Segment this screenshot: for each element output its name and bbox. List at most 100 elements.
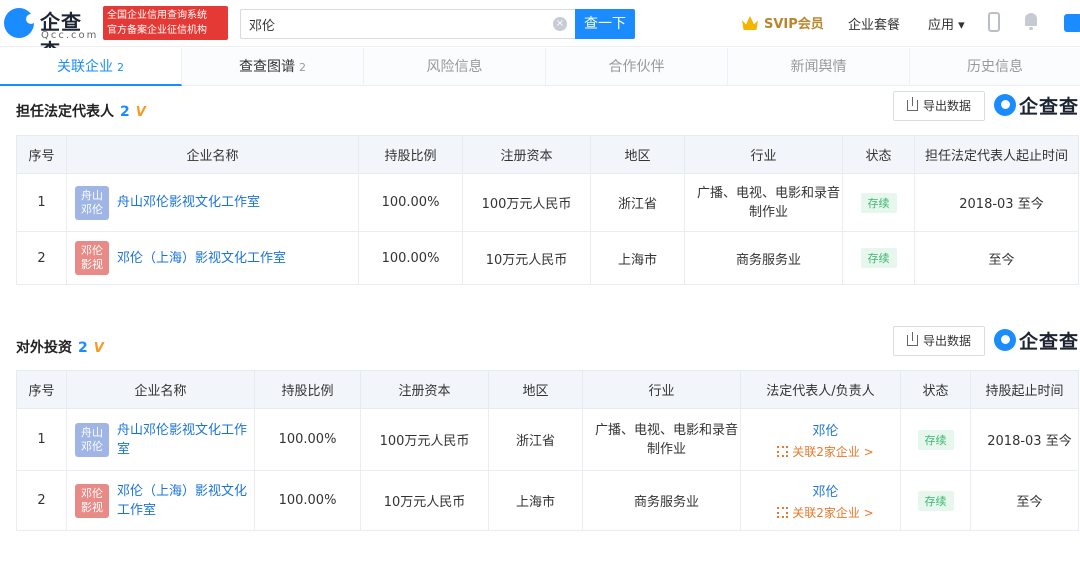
logo-line: 邓伦 <box>81 439 103 453</box>
related-companies-label: 关联2家企业 > <box>792 444 874 459</box>
col-header: 注册资本 <box>360 370 489 409</box>
logo-line: 舟山 <box>81 425 103 439</box>
logo-line: 邓伦 <box>81 244 103 257</box>
tab-risk[interactable]: 风险信息 <box>364 48 546 86</box>
company-cell: 邓伦 影视 邓伦（上海）影视文化工作室 <box>66 470 255 531</box>
share-ratio: 100.00% <box>254 408 361 471</box>
industry: 广播、电视、电影和录音制作业 <box>684 173 843 232</box>
col-header: 持股比例 <box>358 135 463 174</box>
status-cell: 存续 <box>842 231 915 285</box>
clear-icon[interactable]: × <box>553 17 567 31</box>
registered-capital: 100万元人民币 <box>462 173 591 232</box>
status-badge: 存续 <box>860 248 897 268</box>
col-header: 企业名称 <box>66 370 255 409</box>
search-input[interactable] <box>249 10 549 38</box>
company-logo: 邓伦 影视 <box>75 483 109 518</box>
credit-line-1: 全国企业信用查询系统 <box>107 10 207 21</box>
table-header-row: 序号 企业名称 持股比例 注册资本 地区 行业 法定代表人/负责人 状态 持股起… <box>16 370 1079 409</box>
download-icon <box>906 97 918 111</box>
bell-icon[interactable] <box>1023 13 1039 31</box>
investment-table: 序号 企业名称 持股比例 注册资本 地区 行业 法定代表人/负责人 状态 持股起… <box>16 370 1079 531</box>
tab-news[interactable]: 新闻舆情 <box>728 48 910 86</box>
company-name-link[interactable]: 舟山邓伦影视文化工作室 <box>117 193 260 212</box>
table-row: 2 邓伦 影视 邓伦（上海）影视文化工作室 100.00% 10万元人民币 上海市 … <box>16 470 1079 531</box>
legal-rep-cell: 邓伦关联2家企业 > <box>740 470 901 531</box>
user-icon[interactable] <box>1064 14 1080 32</box>
col-header: 状态 <box>900 370 971 409</box>
vip-mark-icon: V <box>93 341 104 356</box>
related-companies-label: 关联2家企业 > <box>792 505 874 520</box>
legal-rep-link[interactable]: 邓伦 <box>751 481 900 500</box>
registered-capital: 10万元人民币 <box>462 231 591 285</box>
export-button[interactable]: 导出数据 <box>893 326 985 356</box>
section-title-legal-rep: 担任法定代表人 2 V <box>16 101 146 121</box>
table-row: 1 舟山 邓伦 舟山邓伦影视文化工作室 100.00% 100万元人民币 浙江省 广… <box>16 173 1079 232</box>
tab-partners[interactable]: 合作伙伴 <box>546 48 728 86</box>
nav-package[interactable]: 企业套餐 <box>848 14 900 33</box>
search-box: × <box>240 9 575 39</box>
phone-icon[interactable] <box>988 12 1000 32</box>
export-label: 导出数据 <box>922 99 971 113</box>
period: 2018-03 至今 <box>970 408 1079 471</box>
region: 浙江省 <box>590 173 685 232</box>
tab-count: 2 <box>299 61 306 74</box>
export-button[interactable]: 导出数据 <box>893 91 985 121</box>
company-logo: 舟山 邓伦 <box>75 422 109 457</box>
related-companies-link[interactable]: 关联2家企业 > <box>751 443 900 460</box>
qcc-mark-icon <box>994 329 1016 351</box>
brand-text: 企查查 <box>1019 331 1080 353</box>
svip-link[interactable]: SVIP会员 <box>742 13 824 33</box>
col-header: 地区 <box>488 370 583 409</box>
qcc-brand-stamp: 企查查 <box>994 91 1080 121</box>
status-cell: 存续 <box>900 408 971 471</box>
relation-icon <box>777 506 789 518</box>
status-cell: 存续 <box>842 173 915 232</box>
registered-capital: 10万元人民币 <box>360 470 489 531</box>
col-header: 企业名称 <box>66 135 359 174</box>
status-badge: 存续 <box>917 490 954 511</box>
search-button[interactable]: 查一下 <box>575 9 635 39</box>
tab-history[interactable]: 历史信息 <box>910 48 1080 86</box>
logo-line: 邓伦 <box>81 202 103 216</box>
tab-graph[interactable]: 查查图谱 2 <box>182 48 364 86</box>
status-badge: 存续 <box>917 429 954 450</box>
col-header: 行业 <box>684 135 843 174</box>
download-icon <box>906 332 918 346</box>
company-name-link[interactable]: 邓伦（上海）影视文化工作室 <box>117 249 286 268</box>
top-bar: 企查查 Qcc.com 全国企业信用查询系统 官方备案企业征信机构 × 查一下 … <box>0 0 1080 63</box>
tab-related-companies[interactable]: 关联企业 2 <box>0 48 182 86</box>
nav-apps[interactable]: 应用 ▾ <box>928 14 965 33</box>
tab-label: 新闻舆情 <box>790 59 847 75</box>
qcc-logo[interactable]: 企查查 Qcc.com <box>4 6 100 63</box>
company-name-link[interactable]: 舟山邓伦影视文化工作室 <box>117 421 254 459</box>
tab-bar: 关联企业 2 查查图谱 2 风险信息 合作伙伴 新闻舆情 历史信息 <box>0 48 1080 86</box>
col-header: 持股比例 <box>254 370 361 409</box>
section-title-investment: 对外投资 2 V <box>16 337 104 357</box>
tab-label: 合作伙伴 <box>608 59 665 75</box>
col-header: 注册资本 <box>462 135 591 174</box>
industry: 广播、电视、电影和录音制作业 <box>582 408 741 471</box>
svip-label: SVIP会员 <box>764 17 824 32</box>
share-ratio: 100.00% <box>358 173 463 232</box>
company-name-link[interactable]: 邓伦（上海）影视文化工作室 <box>117 482 254 520</box>
company-cell: 舟山 邓伦 舟山邓伦影视文化工作室 <box>66 408 255 471</box>
region: 上海市 <box>590 231 685 285</box>
period: 2018-03 至今 <box>914 173 1079 232</box>
section-count: 2 <box>120 104 130 120</box>
crown-icon <box>742 16 758 30</box>
relation-icon <box>777 445 789 457</box>
industry: 商务服务业 <box>582 470 741 531</box>
period: 至今 <box>914 231 1079 285</box>
company-cell: 舟山 邓伦 舟山邓伦影视文化工作室 <box>66 173 359 232</box>
share-ratio: 100.00% <box>358 231 463 285</box>
col-header: 地区 <box>590 135 685 174</box>
status-badge: 存续 <box>860 192 897 213</box>
col-header: 序号 <box>16 370 67 409</box>
table-row: 1 舟山 邓伦 舟山邓伦影视文化工作室 100.00% 100万元人民币 浙江省 广… <box>16 408 1079 471</box>
related-companies-link[interactable]: 关联2家企业 > <box>751 504 900 521</box>
credit-system-badge: 全国企业信用查询系统 官方备案企业征信机构 <box>103 6 228 40</box>
logo-line: 影视 <box>81 258 103 271</box>
company-cell: 邓伦 影视 邓伦（上海）影视文化工作室 <box>66 231 359 285</box>
legal-rep-link[interactable]: 邓伦 <box>751 420 900 439</box>
section-count: 2 <box>78 340 88 356</box>
